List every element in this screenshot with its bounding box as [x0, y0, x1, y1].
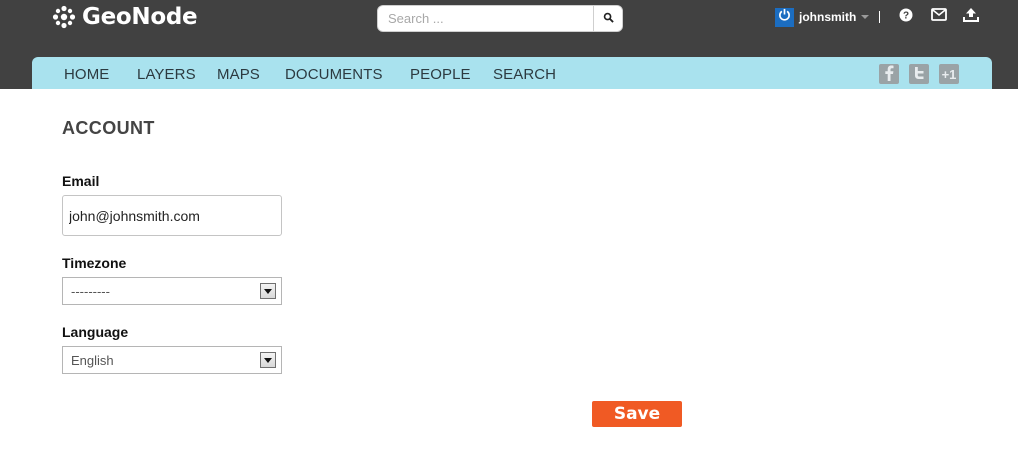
user-menu[interactable]: johnsmith: [775, 7, 881, 27]
save-button[interactable]: Save: [592, 401, 682, 427]
upload-icon: [963, 7, 979, 27]
language-select[interactable]: English: [62, 346, 282, 374]
facebook-icon: [884, 65, 894, 84]
svg-text:?: ?: [903, 10, 909, 21]
nav-people[interactable]: PEOPLE: [410, 66, 471, 83]
nav-maps[interactable]: MAPS: [217, 66, 260, 83]
brand-name: GeoNode: [82, 4, 198, 30]
avatar: [775, 7, 794, 27]
email-field[interactable]: [62, 195, 282, 236]
chevron-down-icon: [861, 15, 870, 19]
main-nav: HOME LAYERS MAPS DOCUMENTS PEOPLE SEARCH…: [32, 57, 992, 89]
google-plus-one-label: +1: [941, 66, 957, 82]
facebook-button[interactable]: [879, 64, 899, 84]
timezone-value: ---------: [71, 284, 110, 299]
twitter-icon: [912, 66, 926, 83]
nav-documents[interactable]: DOCUMENTS: [285, 66, 383, 83]
search-box: [377, 5, 623, 32]
language-value: English: [71, 353, 114, 368]
search-input[interactable]: [378, 6, 593, 31]
upload-button[interactable]: [963, 7, 979, 27]
timezone-select[interactable]: ---------: [62, 277, 282, 305]
divider: [879, 11, 881, 23]
power-icon: [778, 8, 791, 26]
nav-home[interactable]: HOME: [64, 66, 109, 83]
chevron-down-icon: [260, 283, 276, 299]
email-label: Email: [62, 173, 100, 189]
nav-layers[interactable]: LAYERS: [137, 66, 196, 83]
timezone-label: Timezone: [62, 255, 127, 271]
chevron-down-icon: [260, 352, 276, 368]
page-title: ACCOUNT: [62, 118, 155, 138]
help-icon: ?: [899, 8, 913, 27]
geonode-logo-icon: [52, 5, 76, 29]
messages-button[interactable]: [931, 8, 947, 26]
envelope-icon: [931, 8, 947, 26]
nav-search[interactable]: SEARCH: [493, 66, 556, 83]
search-button[interactable]: [593, 6, 622, 31]
user-name: johnsmith: [799, 10, 857, 24]
top-header: GeoNode johnsmith: [0, 0, 1018, 89]
language-label: Language: [62, 324, 129, 340]
search-icon: [603, 10, 614, 28]
twitter-button[interactable]: [909, 64, 929, 84]
google-plus-button[interactable]: +1: [939, 64, 959, 84]
help-button[interactable]: ?: [898, 8, 914, 27]
brand-logo[interactable]: GeoNode: [52, 3, 198, 31]
